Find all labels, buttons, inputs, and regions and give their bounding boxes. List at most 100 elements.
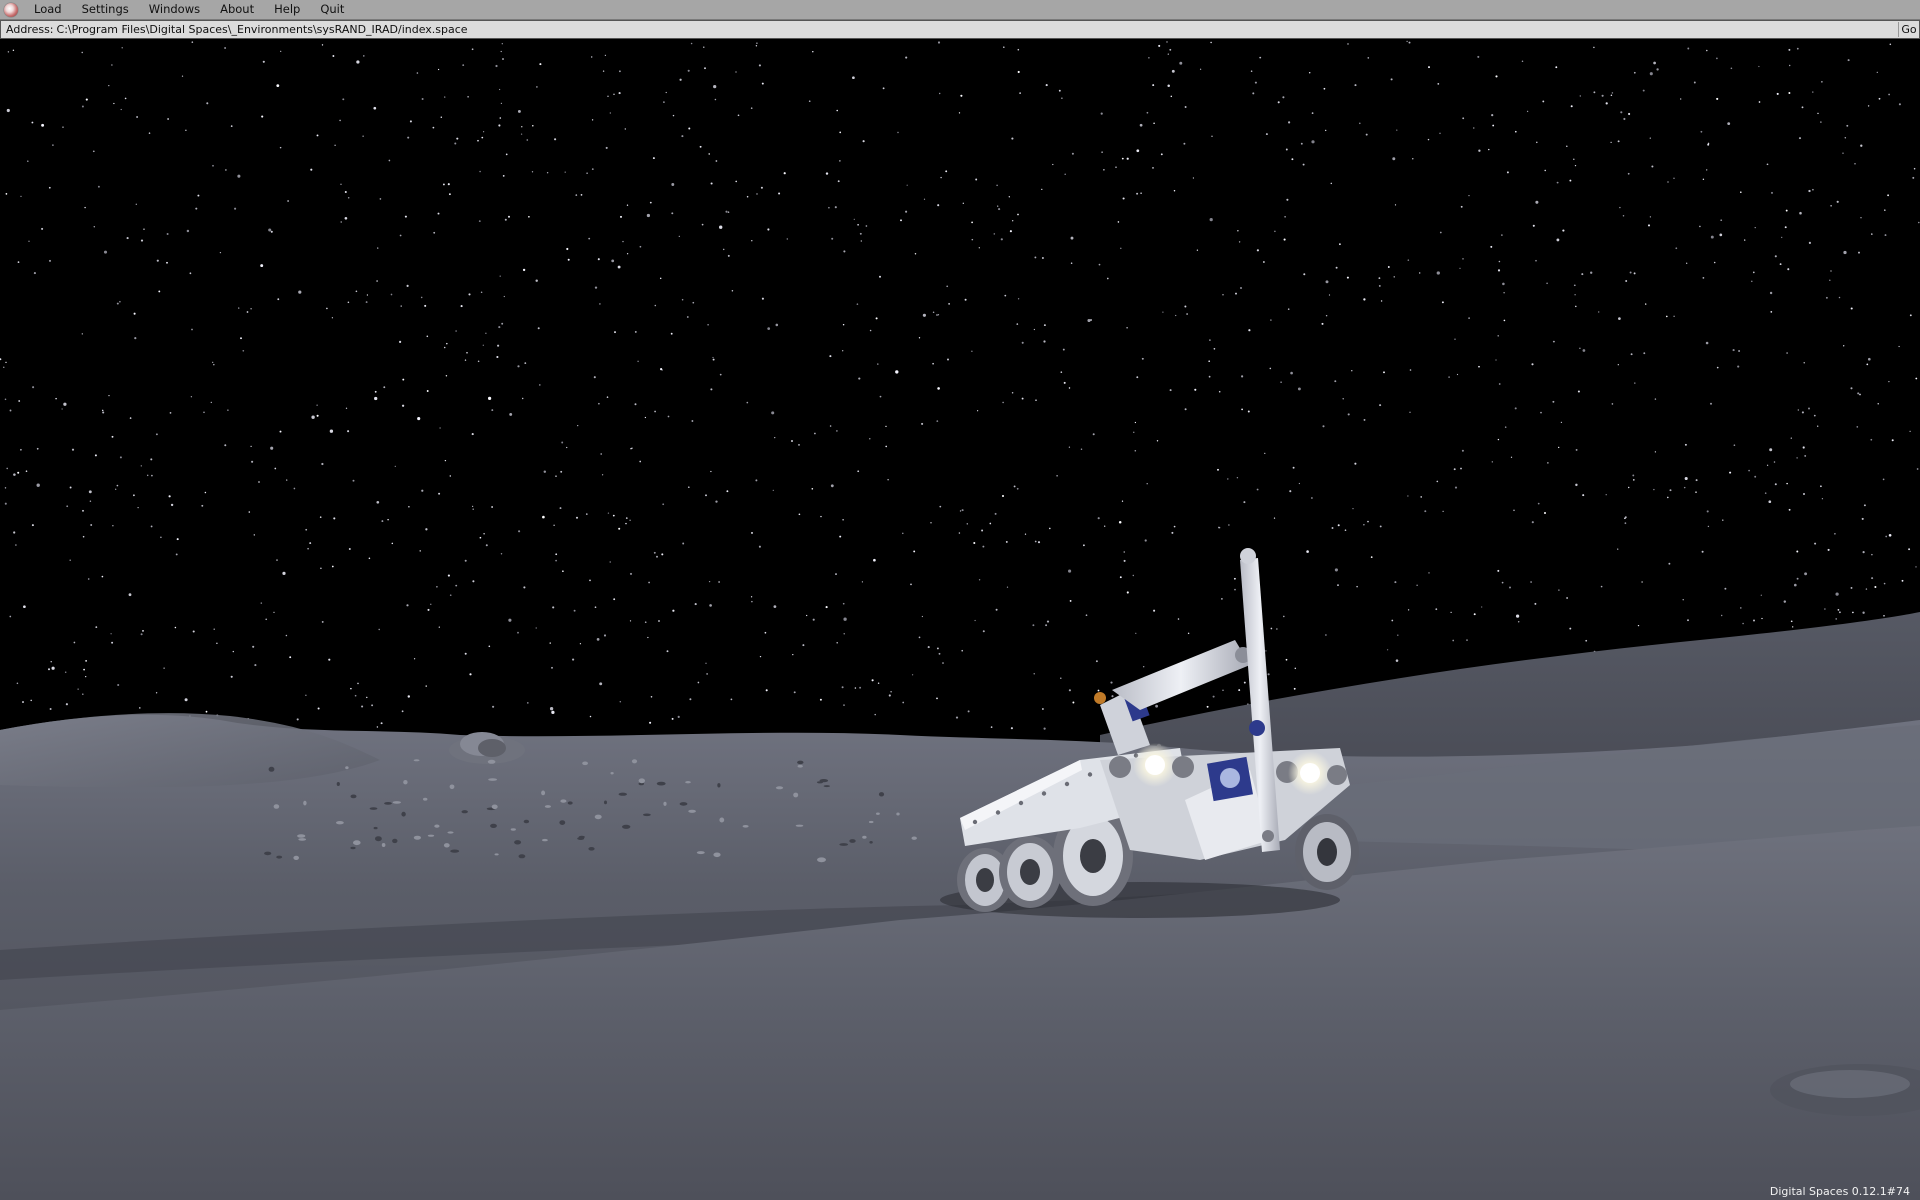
star: [81, 333, 83, 335]
star: [537, 327, 540, 330]
star: [761, 82, 764, 85]
star: [1046, 620, 1050, 623]
star: [213, 363, 215, 366]
star: [737, 114, 740, 117]
star: [407, 695, 411, 698]
star: [939, 505, 942, 508]
star: [751, 600, 753, 603]
menu-quit[interactable]: Quit: [310, 0, 354, 19]
star: [854, 687, 857, 689]
star: [7, 51, 10, 53]
star: [535, 279, 538, 282]
star: [842, 350, 844, 352]
star: [1789, 64, 1791, 67]
star: [1531, 363, 1534, 366]
star: [1334, 380, 1337, 383]
star: [1069, 599, 1072, 602]
app-logo-icon[interactable]: [4, 2, 18, 17]
star: [1804, 572, 1808, 576]
pebble: [869, 841, 873, 844]
star: [772, 489, 774, 492]
star: [1801, 106, 1804, 109]
star: [1123, 559, 1126, 562]
star: [1435, 608, 1438, 611]
star: [1490, 245, 1493, 248]
star: [363, 55, 365, 57]
menu-windows[interactable]: Windows: [139, 0, 210, 19]
star: [491, 506, 493, 508]
star: [646, 213, 651, 218]
star: [27, 160, 29, 162]
star: [1786, 352, 1788, 354]
star: [1582, 494, 1585, 497]
star: [1171, 69, 1175, 73]
star: [378, 628, 380, 631]
star: [1799, 211, 1802, 215]
star: [168, 495, 171, 498]
star: [1213, 347, 1216, 350]
star: [1766, 163, 1769, 166]
pebble: [862, 835, 867, 839]
star: [802, 644, 805, 647]
go-button[interactable]: Go: [1898, 22, 1919, 37]
star: [1328, 294, 1331, 296]
address-input[interactable]: [53, 22, 1898, 37]
menu-load[interactable]: Load: [24, 0, 72, 19]
star: [634, 403, 637, 406]
star: [1379, 404, 1382, 407]
star: [1812, 91, 1814, 93]
star: [216, 642, 218, 645]
star: [366, 294, 369, 296]
star: [6, 108, 10, 113]
star: [1095, 660, 1098, 663]
star: [629, 620, 632, 622]
star: [1843, 250, 1847, 255]
star: [836, 109, 838, 112]
star: [672, 114, 675, 117]
star: [607, 512, 610, 514]
3d-viewport[interactable]: [0, 38, 1920, 1200]
star: [1837, 609, 1840, 611]
star: [1503, 292, 1505, 294]
star: [185, 129, 187, 131]
star: [830, 484, 834, 488]
star: [1436, 480, 1439, 483]
star: [1184, 305, 1187, 308]
star: [1913, 167, 1916, 170]
star: [812, 618, 815, 621]
star: [829, 425, 832, 427]
star: [594, 606, 597, 609]
star: [1356, 585, 1358, 588]
star: [560, 470, 563, 473]
star: [167, 118, 169, 120]
star: [1386, 649, 1389, 651]
star: [282, 571, 286, 576]
address-label: Address:: [6, 23, 54, 36]
star: [710, 470, 712, 473]
star: [656, 555, 658, 558]
star: [334, 144, 336, 147]
menu-settings[interactable]: Settings: [72, 0, 139, 19]
star: [1042, 708, 1044, 710]
menu-help[interactable]: Help: [264, 0, 310, 19]
star: [1045, 84, 1048, 87]
star: [1774, 483, 1777, 486]
star: [407, 136, 410, 139]
star: [690, 42, 693, 45]
star: [1707, 142, 1710, 145]
star: [1808, 241, 1811, 244]
menu-about[interactable]: About: [210, 0, 264, 19]
star: [531, 171, 534, 173]
star: [1761, 617, 1763, 620]
star: [1237, 230, 1239, 232]
star: [140, 239, 144, 242]
star: [1334, 568, 1338, 572]
star: [1722, 519, 1724, 521]
star: [502, 174, 505, 177]
star: [1649, 137, 1651, 139]
star: [1684, 443, 1687, 446]
star: [1618, 317, 1621, 320]
star: [699, 145, 702, 148]
star: [371, 704, 374, 707]
star: [1807, 407, 1811, 410]
